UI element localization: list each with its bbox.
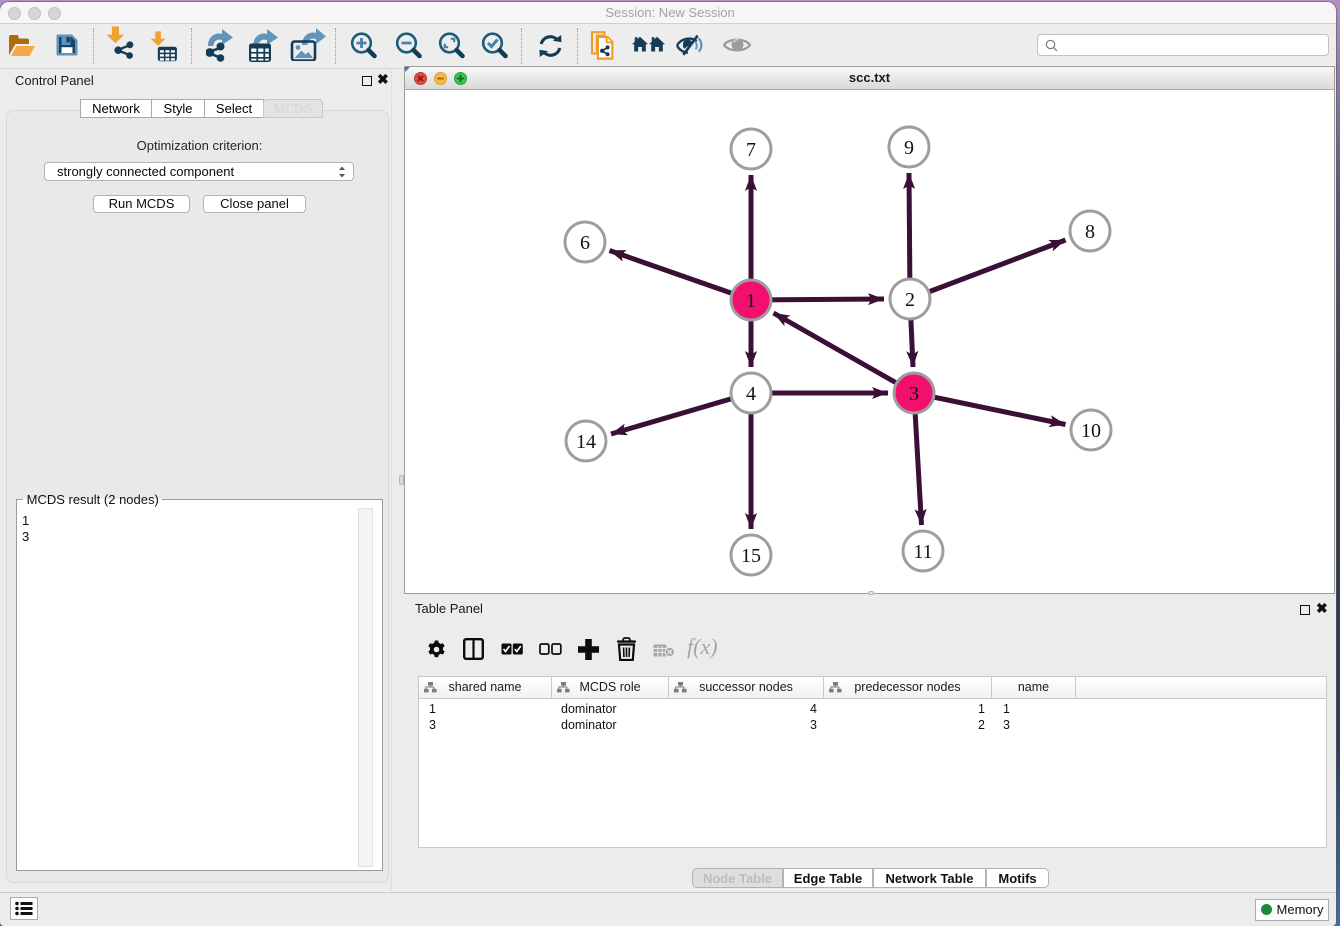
svg-text:2: 2 bbox=[905, 289, 915, 311]
svg-text:14: 14 bbox=[576, 431, 596, 453]
svg-text:6: 6 bbox=[580, 232, 590, 254]
svg-text:15: 15 bbox=[741, 545, 761, 567]
svg-text:9: 9 bbox=[904, 137, 914, 159]
svg-text:1: 1 bbox=[746, 290, 756, 312]
svg-text:10: 10 bbox=[1081, 420, 1101, 442]
svg-text:7: 7 bbox=[746, 139, 756, 161]
svg-text:11: 11 bbox=[913, 541, 932, 563]
svg-text:4: 4 bbox=[746, 383, 756, 405]
svg-text:8: 8 bbox=[1085, 221, 1095, 243]
svg-text:3: 3 bbox=[909, 383, 919, 405]
